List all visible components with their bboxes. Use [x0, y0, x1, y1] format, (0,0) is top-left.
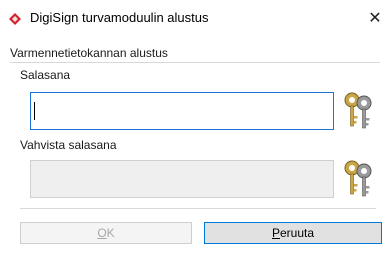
password-label: Salasana: [20, 68, 71, 82]
digisign-logo-icon: [9, 13, 21, 25]
window-title: DigiSign turvamoduulin alustus: [30, 10, 209, 25]
section-title: Varmennetietokannan alustus: [10, 46, 168, 60]
ok-label-rest: K: [106, 226, 115, 240]
ok-button[interactable]: OK: [20, 222, 192, 244]
password-field[interactable]: [30, 92, 334, 130]
cancel-button[interactable]: Peruuta: [204, 222, 382, 244]
password-group: Salasana Vahvista salasana: [20, 62, 382, 200]
cancel-mnemonic: P: [271, 226, 280, 240]
text-caret: [34, 102, 35, 120]
keys-icon: [344, 92, 372, 129]
confirm-password-label: Vahvista salasana: [20, 138, 117, 152]
group-bottom-divider: [20, 208, 376, 209]
close-button[interactable]: ✕: [360, 4, 390, 34]
title-bar: DigiSign turvamoduulin alustus ✕: [0, 0, 390, 38]
ok-mnemonic: O: [97, 226, 107, 240]
confirm-password-field[interactable]: [30, 160, 334, 198]
cancel-label-rest: eruuta: [279, 226, 315, 240]
keys-icon: [344, 160, 372, 197]
